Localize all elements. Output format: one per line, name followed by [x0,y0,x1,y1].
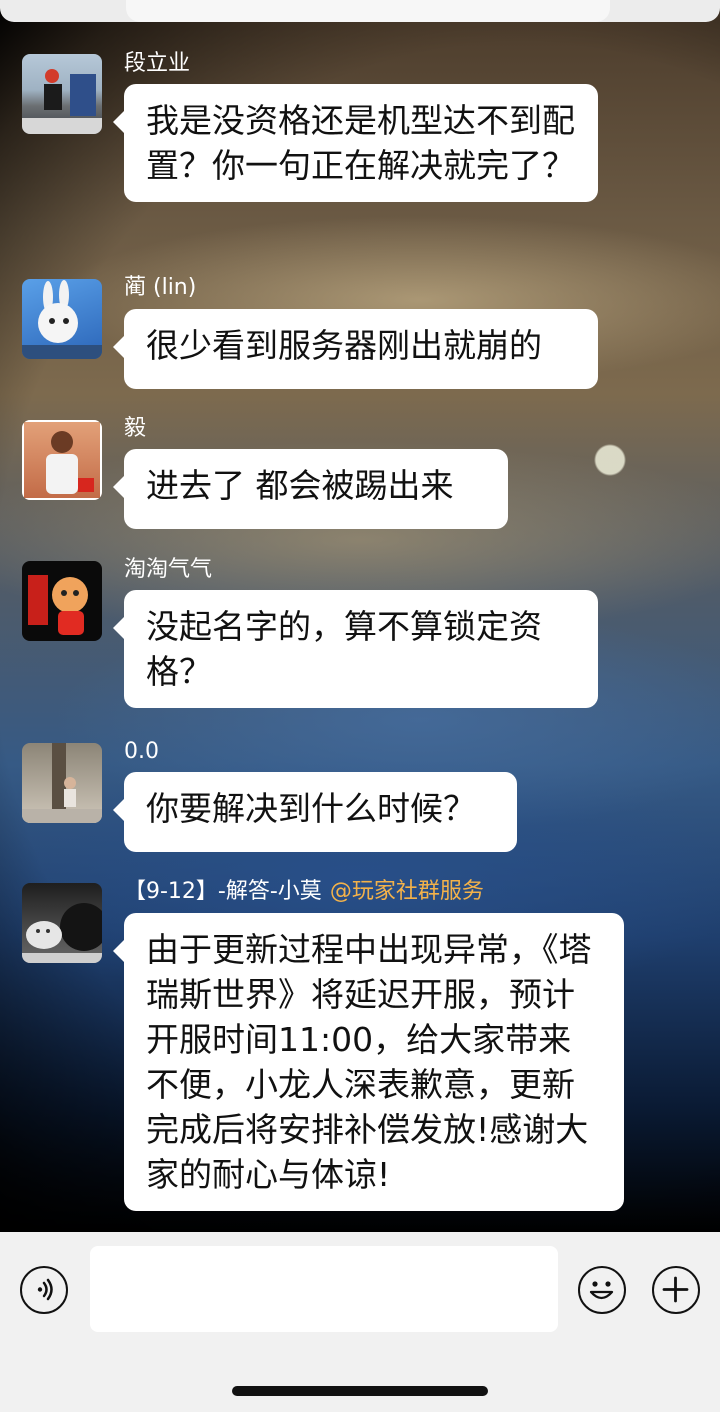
voice-button[interactable] [20,1266,68,1314]
plus-button[interactable] [652,1266,700,1314]
message-bubble[interactable]: 没起名字的，算不算锁定资格？ [113,590,598,708]
sender-name: 毅 [124,416,147,441]
message-bubble[interactable]: 进去了 都会被踢出来 [113,449,508,529]
emoji-icon [589,1281,614,1300]
avatar[interactable] [22,743,102,823]
message-bubble[interactable]: 由于更新过程中出现异常，《塔瑞斯世界》将延迟开服，预计开服时间11:00，给大家… [113,913,624,1211]
sender-name: 淘淘气气 [124,557,213,582]
emoji-button[interactable] [578,1266,626,1314]
sender-name: 0.0 [124,739,159,764]
avatar[interactable] [22,561,102,641]
sender-name: 段立业 [124,51,191,76]
message-bubble[interactable]: 我是没资格还是机型达不到配置？你一句正在解决就完了？ [113,84,598,202]
message-text: 进去了 都会被踢出来 [146,466,454,505]
message-input[interactable] [90,1246,558,1332]
avatar[interactable] [22,883,102,963]
plus-icon [662,1276,689,1303]
message-text: 很少看到服务器刚出就崩的 [146,326,542,365]
top-bar [0,0,720,22]
message-text: 由于更新过程中出现异常，《塔瑞斯世界》将延迟开服，预计开服时间11:00，给大家… [146,930,592,1194]
avatar[interactable] [22,279,102,359]
avatar-image [28,575,88,635]
message-text: 没起名字的，算不算锁定资格？ [146,607,542,691]
sender-name: 蔺 (lin) [124,275,197,300]
chat-area: 段立业 我是没资格还是机型达不到配置？你一句正在解决就完了？ 蔺 (lin) 很… [0,0,720,1232]
message-text: 你要解决到什么时候？ [146,789,476,828]
sender-name: 【9-12】-解答-小莫 @玩家社群服务 [124,878,484,906]
avatar-image [22,903,102,963]
avatar-image [22,420,102,500]
input-bar [0,1232,720,1412]
home-indicator [232,1386,488,1396]
sender-name-text: 【9-12】-解答-小莫 [124,879,322,904]
message-text: 我是没资格还是机型达不到配置？你一句正在解决就完了？ [146,101,575,185]
avatar-image [22,69,102,134]
top-bar-pill [126,0,610,22]
voice-icon [37,1278,53,1301]
avatar[interactable] [22,54,102,134]
avatar-image [22,743,102,823]
message-bubble[interactable]: 你要解决到什么时候？ [113,772,517,852]
avatar[interactable] [22,420,102,500]
message-bubble[interactable]: 很少看到服务器刚出就崩的 [113,309,598,389]
role-tag[interactable]: @玩家社群服务 [330,879,484,904]
avatar-image [22,280,102,359]
